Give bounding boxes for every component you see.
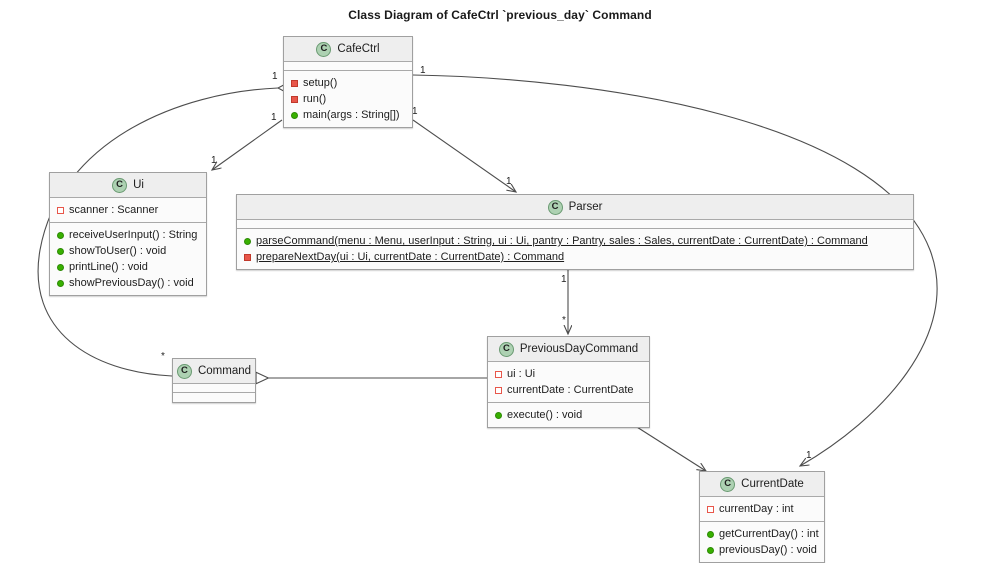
multiplicity-label: 1 <box>806 450 812 461</box>
multiplicity-label: 1 <box>420 65 426 76</box>
multiplicity-label: 1 <box>561 274 567 285</box>
public-marker-icon <box>707 546 714 554</box>
class-member: setup() <box>291 75 406 91</box>
class-member: receiveUserInput() : String <box>57 227 200 243</box>
private-field-marker-icon <box>707 505 714 513</box>
class-icon: C <box>547 199 563 215</box>
member-label: main(args : String[]) <box>303 109 400 121</box>
public-marker-icon <box>57 231 64 239</box>
member-label: previousDay() : void <box>719 544 817 556</box>
edge-previousdaycommand-currentdate <box>628 421 706 471</box>
class-header-parser: C Parser <box>237 195 913 220</box>
class-box-ui[interactable]: C Ui scanner : Scanner receiveUserInput(… <box>49 172 207 296</box>
multiplicity-label: 1 <box>506 176 512 187</box>
member-label: currentDay : int <box>719 503 794 515</box>
methods-compartment-command <box>173 393 255 402</box>
class-box-parser[interactable]: C Parser parseCommand(menu : Menu, userI… <box>236 194 914 270</box>
class-member: showToUser() : void <box>57 243 200 259</box>
class-name: Command <box>197 365 252 377</box>
attributes-compartment-cafectrl <box>284 62 412 71</box>
class-member: previousDay() : void <box>707 542 818 558</box>
class-member: run() <box>291 91 406 107</box>
member-label: execute() : void <box>507 409 583 421</box>
attributes-compartment-parser <box>237 220 913 229</box>
public-marker-icon <box>57 279 64 287</box>
member-label: parseCommand(menu : Menu, userInput : St… <box>256 235 868 247</box>
multiplicity-label: 1 <box>211 155 217 166</box>
public-marker-icon <box>495 411 502 419</box>
class-member: printLine() : void <box>57 259 200 275</box>
member-label: printLine() : void <box>69 261 148 273</box>
class-member: scanner : Scanner <box>57 202 200 218</box>
methods-compartment-currentdate: getCurrentDay() : int previousDay() : vo… <box>700 522 824 562</box>
member-label: ui : Ui <box>507 368 536 380</box>
edge-cafectrl-parser <box>412 119 516 192</box>
class-member: showPreviousDay() : void <box>57 275 200 291</box>
class-box-cafectrl[interactable]: C CafeCtrl setup() run() main(args : Str… <box>283 36 413 128</box>
class-member: currentDate : CurrentDate <box>495 382 643 398</box>
class-member: execute() : void <box>495 407 643 423</box>
public-marker-icon <box>707 530 714 538</box>
private-field-marker-icon <box>495 386 502 394</box>
class-icon: C <box>498 341 514 357</box>
member-label: showToUser() : void <box>69 245 167 257</box>
class-member: currentDay : int <box>707 501 818 517</box>
class-header-cafectrl: C CafeCtrl <box>284 37 412 62</box>
class-icon: C <box>720 476 736 492</box>
methods-compartment-ui: receiveUserInput() : String showToUser()… <box>50 223 206 295</box>
private-marker-icon <box>291 79 298 87</box>
public-marker-icon <box>57 263 64 271</box>
class-header-currentdate: C CurrentDate <box>700 472 824 497</box>
class-box-currentdate[interactable]: C CurrentDate currentDay : int getCurren… <box>699 471 825 563</box>
diagram-canvas: Class Diagram of CafeCtrl `previous_day`… <box>0 0 1000 563</box>
class-name: Parser <box>568 201 603 213</box>
member-label: scanner : Scanner <box>69 204 159 216</box>
page-title: Class Diagram of CafeCtrl `previous_day`… <box>348 8 652 22</box>
class-header-previousdaycommand: C PreviousDayCommand <box>488 337 649 362</box>
methods-compartment-previousdaycommand: execute() : void <box>488 403 649 427</box>
class-box-command[interactable]: C Command <box>172 358 256 403</box>
private-marker-icon <box>291 95 298 103</box>
member-label: setup() <box>303 77 338 89</box>
attributes-compartment-currentdate: currentDay : int <box>700 497 824 522</box>
member-label: prepareNextDay(ui : Ui, currentDate : Cu… <box>256 251 565 263</box>
class-name: CurrentDate <box>741 478 804 490</box>
class-member: parseCommand(menu : Menu, userInput : St… <box>244 233 907 249</box>
methods-compartment-parser: parseCommand(menu : Menu, userInput : St… <box>237 229 913 269</box>
member-label: getCurrentDay() : int <box>719 528 819 540</box>
class-member: prepareNextDay(ui : Ui, currentDate : Cu… <box>244 249 907 265</box>
multiplicity-label: 1 <box>271 112 277 123</box>
class-header-command: C Command <box>173 359 255 384</box>
methods-compartment-cafectrl: setup() run() main(args : String[]) <box>284 71 412 127</box>
attributes-compartment-ui: scanner : Scanner <box>50 198 206 223</box>
member-label: run() <box>303 93 327 105</box>
edge-cafectrl-ui <box>212 119 283 170</box>
class-header-ui: C Ui <box>50 173 206 198</box>
member-label: currentDate : CurrentDate <box>507 384 634 396</box>
class-member: main(args : String[]) <box>291 107 406 123</box>
class-name: CafeCtrl <box>337 43 380 55</box>
private-field-marker-icon <box>57 206 64 214</box>
member-label: showPreviousDay() : void <box>69 277 194 289</box>
class-icon: C <box>176 363 192 379</box>
public-marker-icon <box>291 111 298 119</box>
private-marker-icon <box>244 253 251 261</box>
class-name: Ui <box>133 179 144 191</box>
multiplicity-label: * <box>161 351 165 362</box>
private-field-marker-icon <box>495 370 502 378</box>
public-marker-icon <box>57 247 64 255</box>
attributes-compartment-command <box>173 384 255 393</box>
public-marker-icon <box>244 237 251 245</box>
attributes-compartment-previousdaycommand: ui : Ui currentDate : CurrentDate <box>488 362 649 403</box>
class-name: PreviousDayCommand <box>519 343 639 355</box>
class-icon: C <box>112 177 128 193</box>
class-member: ui : Ui <box>495 366 643 382</box>
class-member: getCurrentDay() : int <box>707 526 819 542</box>
multiplicity-label: * <box>562 315 566 326</box>
member-label: receiveUserInput() : String <box>69 229 198 241</box>
class-icon: C <box>316 41 332 57</box>
class-box-previousdaycommand[interactable]: C PreviousDayCommand ui : Ui currentDate… <box>487 336 650 428</box>
multiplicity-label: 1 <box>272 71 278 82</box>
